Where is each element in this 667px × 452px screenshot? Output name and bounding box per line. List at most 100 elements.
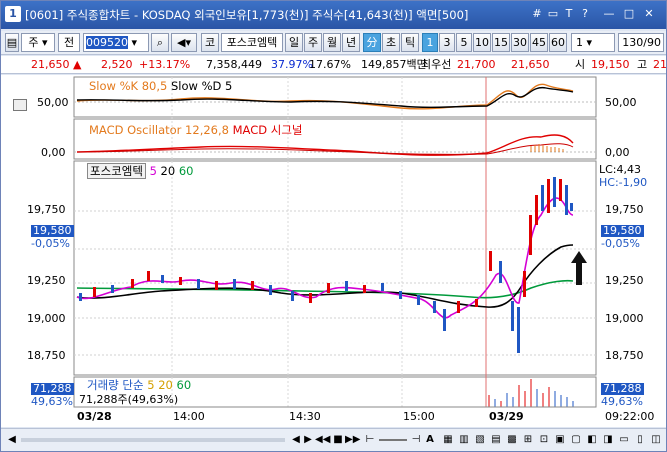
y-tick-right-2: 19,250 xyxy=(605,274,644,287)
interval-15-button[interactable]: 15 xyxy=(492,33,510,52)
price-info-bar: 21,650 ▲ 2,520 +13.17% 7,358,449 37.97% … xyxy=(1,56,666,74)
period-tick-button[interactable]: 틱 xyxy=(401,33,419,52)
interval-30-button[interactable]: 30 xyxy=(511,33,529,52)
x-label-0: 03/28 xyxy=(77,410,112,423)
high-price: 21 xyxy=(653,58,666,71)
lc-value: LC:4,43 xyxy=(599,163,642,176)
period-week-button[interactable]: 주 xyxy=(304,33,322,52)
period-year-button[interactable]: 년 xyxy=(342,33,360,52)
period-month-button[interactable]: 월 xyxy=(323,33,341,52)
stoch-axis-left: 50,00 xyxy=(37,96,69,109)
tool-icon-8[interactable]: ▣ xyxy=(553,433,567,447)
tool-icon-5[interactable]: ▩ xyxy=(505,433,519,447)
tool-icon-7[interactable]: ⊡ xyxy=(537,433,551,447)
tool-icon-1[interactable]: ▦ xyxy=(441,433,455,447)
tool-icon-12[interactable]: ▭ xyxy=(617,433,631,447)
interval-5-button[interactable]: 5 xyxy=(456,33,472,52)
tool-icon-10[interactable]: ◧ xyxy=(585,433,599,447)
stock-code-input[interactable]: 009520 ▾ xyxy=(83,33,149,52)
chart-area[interactable]: Slow %K 80,5 Slow %D 5 50,00 50,00 MACD … xyxy=(1,75,666,427)
macd-axis-right: 0,00 xyxy=(605,146,630,159)
market-select[interactable]: 주 ▾ xyxy=(21,33,55,52)
x-label-3: 15:00 xyxy=(403,410,435,423)
window-title: [0601] 주식종합차트 - KOSDAQ 외국인보유[1,773(천)] 주… xyxy=(25,8,469,22)
period-minute-button[interactable]: 分 xyxy=(363,33,381,52)
y-tick-2: 19,250 xyxy=(27,274,66,287)
chart-window: 1 [0601] 주식종합차트 - KOSDAQ 외국인보유[1,773(천)]… xyxy=(0,0,667,452)
y-tick-0: 19,750 xyxy=(27,203,66,216)
tool-icon-3[interactable]: ▧ xyxy=(473,433,487,447)
close-button[interactable]: ✕ xyxy=(641,6,657,22)
count-select[interactable]: 1 ▾ xyxy=(571,33,615,52)
up-arrow-icon: ▲ xyxy=(73,58,82,71)
price-change: 2,520 xyxy=(101,58,133,71)
volume-axis-left: 71,288 xyxy=(31,382,74,395)
toolbar: ▤ 주 ▾ 전 009520 ▾ ⌕ ◀▾ 코 포스코엠텍 일 주 월 년 分 … xyxy=(1,31,666,55)
range-field[interactable]: 130/90 xyxy=(618,33,664,52)
interval-45-button[interactable]: 45 xyxy=(530,33,548,52)
volume-bars xyxy=(488,379,574,407)
sound-icon[interactable]: ◀▾ xyxy=(171,33,197,52)
tool-icon-2[interactable]: ▥ xyxy=(457,433,471,447)
price-legend: 포스코엠텍 5 20 60 xyxy=(87,163,193,179)
tool-icon-9[interactable]: ▢ xyxy=(569,433,583,447)
time-readout: 09:22:00 xyxy=(605,410,655,423)
link-icon[interactable]: # xyxy=(529,6,545,22)
current-pct-left: -0,05% xyxy=(31,237,70,250)
title-bar: 1 [0601] 주식종합차트 - KOSDAQ 외국인보유[1,773(천)]… xyxy=(1,1,666,29)
text-size-button[interactable]: A xyxy=(423,433,437,447)
zoom-slider[interactable] xyxy=(379,439,407,441)
fast-forward-button[interactable]: ▶▶ xyxy=(345,433,360,447)
best-ask: 21,700 xyxy=(457,58,496,71)
panel-settings-icon[interactable] xyxy=(13,99,27,111)
tool-icon-11[interactable]: ◨ xyxy=(601,433,615,447)
ma5-line xyxy=(76,197,574,319)
ma20-line xyxy=(76,244,574,308)
tool-icon-6[interactable]: ⊞ xyxy=(521,433,535,447)
search-icon[interactable]: ⌕ xyxy=(151,33,169,52)
tool-icon-13[interactable]: ▯ xyxy=(633,433,647,447)
volume-axis-right: 71,288 xyxy=(601,382,644,395)
ratio-2: 17.67% xyxy=(309,58,351,71)
rewind-button[interactable]: ◀◀ xyxy=(315,433,330,447)
interval-60-button[interactable]: 60 xyxy=(549,33,567,52)
help-icon[interactable]: ? xyxy=(577,6,593,22)
text-icon[interactable]: T xyxy=(561,6,577,22)
stoch-legend: Slow %K 80,5 Slow %D 5 xyxy=(89,79,233,93)
interval-1-button[interactable]: 1 xyxy=(422,33,438,52)
code-button[interactable]: 코 xyxy=(201,33,219,52)
zoom-in-icon[interactable]: ⊢ xyxy=(363,433,377,447)
tool-icon-4[interactable]: ▤ xyxy=(489,433,503,447)
period-second-button[interactable]: 초 xyxy=(382,33,400,52)
open-label: 시 xyxy=(575,58,586,71)
toolbar-menu-button[interactable]: ▤ xyxy=(5,33,19,52)
status-bar: ◀ ◀ ▶ ◀◀ ■ ▶▶ ⊢ ⊣ A ▦ ▥ ▧ ▤ ▩ ⊞ ⊡ ▣ ▢ ◧ … xyxy=(1,428,666,451)
current-price: 21,650 xyxy=(31,58,70,71)
hc-value: HC:-1,90 xyxy=(599,176,648,189)
price-change-pct: +13.17% xyxy=(139,58,191,71)
minimize-button[interactable]: — xyxy=(601,6,617,22)
macd-legend: MACD Oscillator 12,26,8 MACD 시그널 xyxy=(89,123,303,137)
stop-button[interactable]: ■ xyxy=(331,433,345,447)
zoom-out-icon[interactable]: ⊣ xyxy=(409,433,423,447)
high-label: 고 xyxy=(637,58,648,71)
period-day-button[interactable]: 일 xyxy=(285,33,303,52)
y-tick-right-0: 19,750 xyxy=(605,203,644,216)
x-label-1: 14:00 xyxy=(173,410,205,423)
period-field[interactable]: 전 xyxy=(58,33,80,52)
interval-10-button[interactable]: 10 xyxy=(473,33,491,52)
current-pct-right: -0,05% xyxy=(601,237,640,250)
panel-icon[interactable]: ▭ xyxy=(545,6,561,22)
ratio-1: 37.97% xyxy=(271,58,313,71)
scroll-track[interactable] xyxy=(21,438,285,442)
best-bid: 21,650 xyxy=(511,58,550,71)
volume-current: 71,288주(49,63%) xyxy=(79,393,179,406)
next-button[interactable]: ▶ xyxy=(301,433,315,447)
tool-icon-14[interactable]: ◫ xyxy=(649,433,663,447)
interval-3-button[interactable]: 3 xyxy=(439,33,455,52)
volume-value: 7,358,449 xyxy=(206,58,262,71)
maximize-button[interactable]: □ xyxy=(621,6,637,22)
up-arrow-annotation xyxy=(571,251,587,285)
scroll-left-icon[interactable]: ◀ xyxy=(5,433,19,447)
y-tick-3: 19,000 xyxy=(27,312,66,325)
